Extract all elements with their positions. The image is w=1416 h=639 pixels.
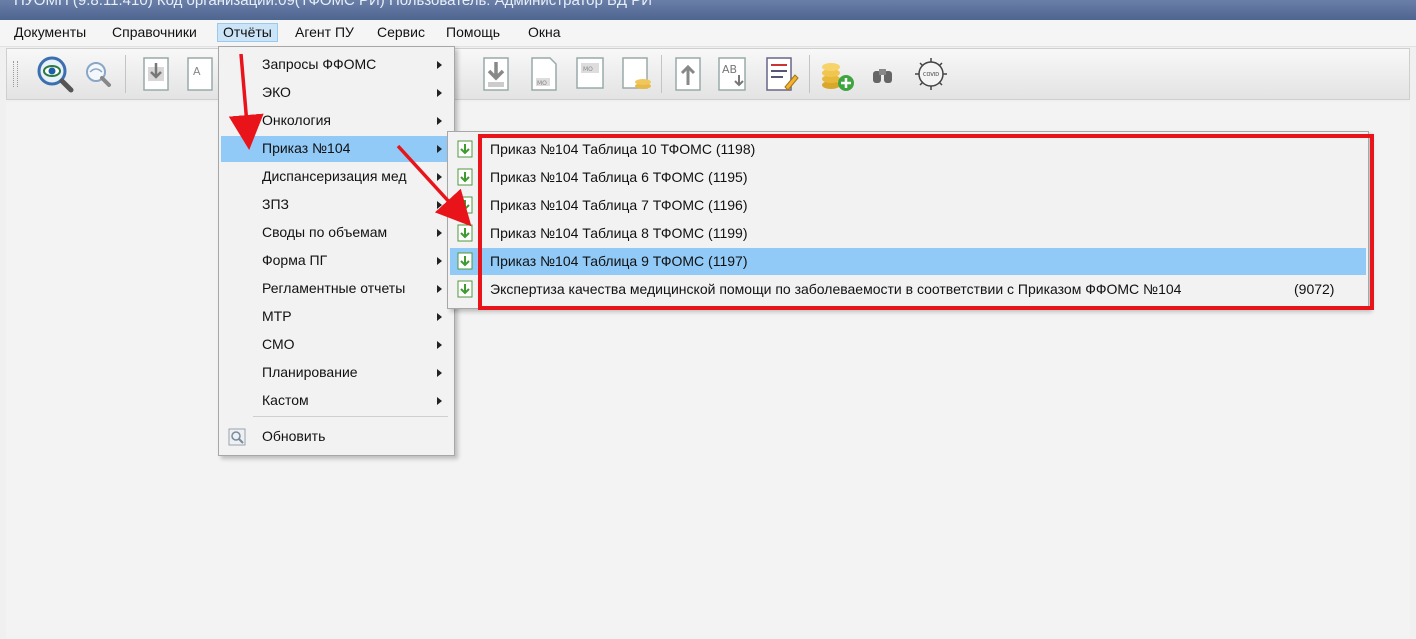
chevron-right-icon <box>437 201 442 209</box>
menu-item-label: Запросы ФФОМС <box>262 56 377 72</box>
menu-separator <box>253 416 448 417</box>
submenu-item-label: Приказ №104 Таблица 6 ТФОМС (1195) <box>490 169 748 185</box>
chevron-right-icon <box>437 229 442 237</box>
menu-item-label: Своды по объемам <box>262 224 388 240</box>
mo-document-icon[interactable]: MO <box>523 53 563 95</box>
menu-item-oncology[interactable]: Онкология <box>221 108 452 134</box>
menu-item-label: ЗПЗ <box>262 196 289 212</box>
menu-item-mtr[interactable]: МТР <box>221 304 452 330</box>
coins-add-icon[interactable] <box>817 53 857 95</box>
submenu-item-quality-expertise[interactable]: Экспертиза качества медицинской помощи п… <box>450 276 1366 303</box>
menu-item-regulatory-reports[interactable]: Регламентные отчеты <box>221 276 452 302</box>
report-download-icon <box>456 196 474 217</box>
submenu-item-label: Приказ №104 Таблица 9 ТФОМС (1197) <box>490 253 748 269</box>
toolbar-separator <box>661 55 662 93</box>
menu-item-label: Диспансеризация мед <box>262 168 407 184</box>
toolbar-separator <box>809 55 810 93</box>
menu-item-smo[interactable]: СМО <box>221 332 452 358</box>
menu-reports[interactable]: Отчёты <box>217 23 278 42</box>
menu-item-dispensary[interactable]: Диспансеризация мед <box>221 164 452 190</box>
submenu-item-table-8[interactable]: Приказ №104 Таблица 8 ТФОМС (1199) <box>450 220 1366 247</box>
menu-item-label: Регламентные отчеты <box>262 280 406 296</box>
menu-item-planning[interactable]: Планирование <box>221 360 452 386</box>
menubar: Документы Справочники Отчёты Агент ПУ Се… <box>0 20 1416 47</box>
menu-item-label: Онкология <box>262 112 332 128</box>
submenu-item-label: Экспертиза качества медицинской помощи п… <box>490 281 1182 297</box>
menu-item-label: СМО <box>262 336 295 352</box>
window-title: ПУОМП (9.8.11.410) Код организации:09(ТФ… <box>14 0 652 9</box>
menu-service[interactable]: Сервис <box>372 23 430 42</box>
menu-item-label: Форма ПГ <box>262 252 328 268</box>
svg-text:AB: AB <box>722 63 737 76</box>
toolbar-separator <box>125 55 126 93</box>
menu-help[interactable]: Помощь <box>441 23 505 42</box>
menu-item-label: Обновить <box>262 428 326 444</box>
binoculars-icon[interactable] <box>863 53 903 95</box>
import-document-icon[interactable] <box>135 53 175 95</box>
svg-text:A: A <box>193 65 201 78</box>
window-titlebar: ПУОМП (9.8.11.410) Код организации:09(ТФ… <box>0 0 1416 20</box>
menu-item-custom[interactable]: Кастом <box>221 388 452 414</box>
chevron-right-icon <box>437 173 442 181</box>
menu-directories[interactable]: Справочники <box>107 23 202 42</box>
menu-item-label: ЭКО <box>262 84 291 100</box>
mo-document-icon[interactable]: MO <box>569 53 609 95</box>
reports-menu: Запросы ФФОМС ЭКО Онкология Приказ №104 … <box>218 46 455 456</box>
chevron-right-icon <box>437 369 442 377</box>
report-download-icon <box>456 280 474 301</box>
search-icon[interactable] <box>79 53 119 95</box>
menu-agent-pu[interactable]: Агент ПУ <box>290 23 359 42</box>
submenu-item-table-10[interactable]: Приказ №104 Таблица 10 ТФОМС (1198) <box>450 136 1366 163</box>
submenu-item-code: (9072) <box>1294 281 1335 297</box>
chevron-right-icon <box>437 285 442 293</box>
toolbar-grip[interactable] <box>13 61 18 87</box>
chevron-right-icon <box>437 61 442 69</box>
download-document-icon[interactable] <box>475 53 515 95</box>
menu-item-eko[interactable]: ЭКО <box>221 80 452 106</box>
submenu-item-label: Приказ №104 Таблица 7 ТФОМС (1196) <box>490 197 748 213</box>
toolbar: A MO MO AB COVID <box>6 48 1410 100</box>
submenu-item-table-9[interactable]: Приказ №104 Таблица 9 ТФОМС (1197) <box>450 248 1366 275</box>
menu-item-ffoms-requests[interactable]: Запросы ФФОМС <box>221 52 452 78</box>
upload-document-icon[interactable] <box>667 53 707 95</box>
submenu-item-table-6[interactable]: Приказ №104 Таблица 6 ТФОМС (1195) <box>450 164 1366 191</box>
submenu-item-label: Приказ №104 Таблица 10 ТФОМС (1198) <box>490 141 756 157</box>
menu-item-refresh[interactable]: Обновить <box>221 424 452 450</box>
chevron-right-icon <box>437 117 442 125</box>
chevron-right-icon <box>437 397 442 405</box>
menu-item-label: Планирование <box>262 364 358 380</box>
menu-windows[interactable]: Окна <box>523 23 566 42</box>
document-ab-icon[interactable]: AB <box>713 53 753 95</box>
chevron-right-icon <box>437 145 442 153</box>
menu-documents[interactable]: Документы <box>9 23 91 42</box>
document-ab-icon[interactable]: A <box>179 53 219 95</box>
refresh-icon <box>228 428 246 449</box>
menu-item-form-pg[interactable]: Форма ПГ <box>221 248 452 274</box>
svg-text:MO: MO <box>583 66 593 73</box>
menu-item-zpz[interactable]: ЗПЗ <box>221 192 452 218</box>
svg-text:MO: MO <box>537 80 547 87</box>
report-download-icon <box>456 252 474 273</box>
menu-item-label: МТР <box>262 308 292 324</box>
submenu-item-table-7[interactable]: Приказ №104 Таблица 7 ТФОМС (1196) <box>450 192 1366 219</box>
chevron-right-icon <box>437 341 442 349</box>
chevron-right-icon <box>437 89 442 97</box>
report-download-icon <box>456 224 474 245</box>
menu-item-label: Приказ №104 <box>262 140 351 156</box>
document-edit-icon[interactable] <box>759 53 799 95</box>
covid-icon[interactable]: COVID <box>911 53 951 95</box>
money-document-icon[interactable] <box>615 53 655 95</box>
report-download-icon <box>456 168 474 189</box>
order-104-submenu: Приказ №104 Таблица 10 ТФОМС (1198) Прик… <box>447 131 1369 309</box>
submenu-item-label: Приказ №104 Таблица 8 ТФОМС (1199) <box>490 225 748 241</box>
menu-item-volume-summaries[interactable]: Своды по объемам <box>221 220 452 246</box>
svg-text:COVID: COVID <box>923 72 939 78</box>
chevron-right-icon <box>437 257 442 265</box>
search-eye-icon[interactable] <box>35 53 75 95</box>
menu-item-label: Кастом <box>262 392 309 408</box>
menu-item-order-104[interactable]: Приказ №104 <box>221 136 452 162</box>
chevron-right-icon <box>437 313 442 321</box>
report-download-icon <box>456 140 474 161</box>
